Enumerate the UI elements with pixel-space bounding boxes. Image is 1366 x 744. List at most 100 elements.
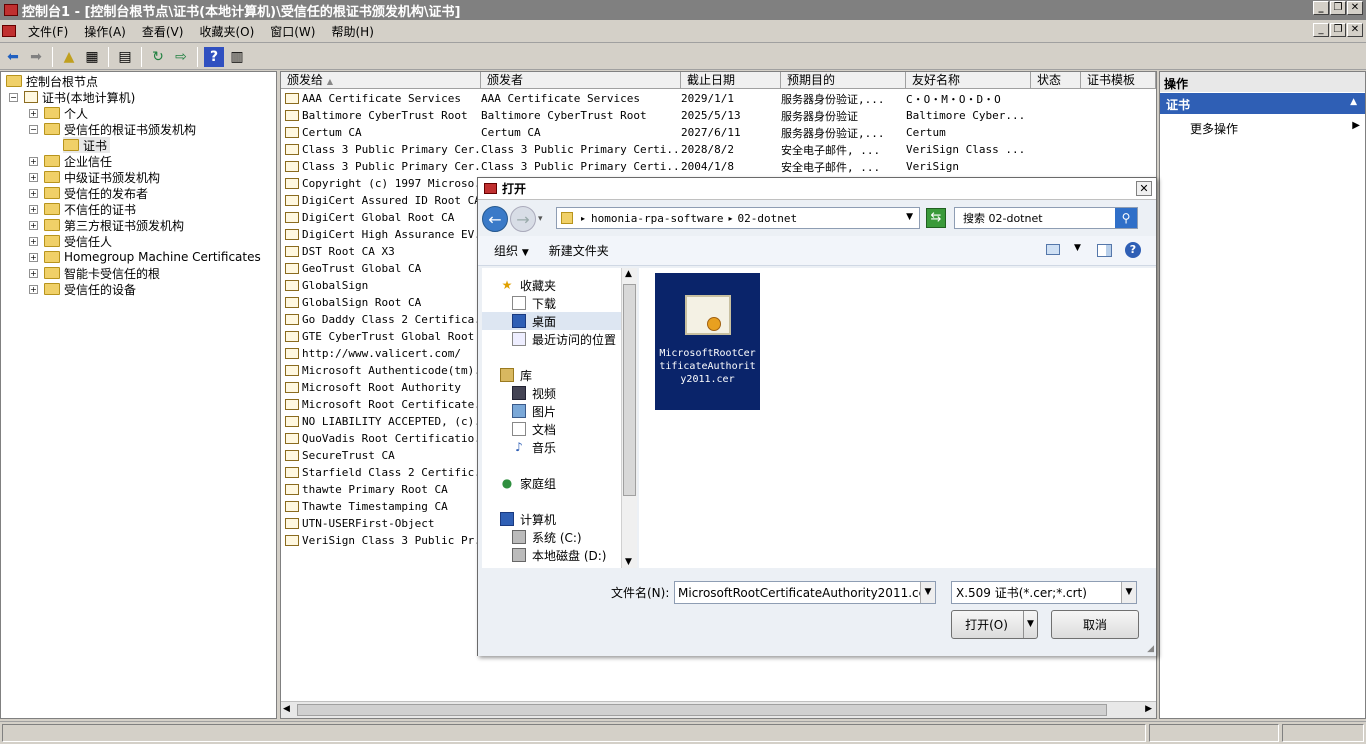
scroll-thumb[interactable] — [623, 284, 636, 496]
horizontal-scrollbar[interactable]: ◀ ▶ — [281, 701, 1156, 718]
filetype-dropdown-icon[interactable]: ▼ — [1121, 582, 1136, 603]
preview-pane-icon[interactable] — [1097, 244, 1112, 257]
refresh-icon[interactable]: ↻ — [148, 47, 168, 67]
open-button[interactable]: 打开(O) ▼ — [951, 610, 1038, 639]
breadcrumb-segment-1[interactable]: homonia-rpa-software — [591, 212, 723, 225]
scroll-left-icon[interactable]: ◀ — [283, 704, 290, 714]
minimize-button[interactable]: _ — [1313, 1, 1329, 15]
menu-window[interactable]: 窗口(W) — [262, 23, 323, 40]
table-row[interactable]: Thawte Timestamping CA — [285, 498, 481, 515]
column-status[interactable]: 状态 — [1031, 72, 1081, 89]
expand-icon[interactable]: + — [29, 236, 38, 246]
menu-favorites[interactable]: 收藏夹(O) — [191, 23, 262, 40]
nav-vertical-scrollbar[interactable]: ▲ ▼ — [621, 268, 637, 568]
child-minimize-button[interactable]: _ — [1313, 23, 1329, 37]
nav-system-c[interactable]: 系统 (C:) — [512, 528, 582, 546]
filename-input[interactable]: MicrosoftRootCertificateAuthority2011.ce… — [674, 581, 936, 604]
breadcrumb-segment-2[interactable]: 02-dotnet — [737, 212, 797, 225]
table-row[interactable]: thawte Primary Root CA — [285, 481, 481, 498]
tree-item-certificates[interactable]: 证书 — [63, 137, 111, 153]
cancel-button[interactable]: 取消 — [1051, 610, 1139, 639]
nav-pictures[interactable]: 图片 — [512, 402, 556, 420]
column-issuer[interactable]: 颁发者 — [481, 72, 681, 89]
table-row[interactable]: Microsoft Root Certificate... — [285, 396, 481, 413]
scroll-up-icon[interactable]: ▲ — [625, 269, 632, 279]
file-item-selected[interactable]: MicrosoftRootCertificateAuthority2011.ce… — [655, 273, 760, 410]
menu-action[interactable]: 操作(A) — [76, 23, 134, 40]
scroll-down-icon[interactable]: ▼ — [625, 557, 632, 567]
expand-icon[interactable]: + — [29, 188, 38, 198]
column-issued-to[interactable]: 颁发给 ▲ — [281, 72, 481, 89]
breadcrumb[interactable]: ▸ homonia-rpa-software ▸ 02-dotnet ▼ — [556, 207, 920, 229]
scroll-thumb[interactable] — [297, 704, 1107, 716]
menu-view[interactable]: 查看(V) — [134, 23, 192, 40]
table-row[interactable]: GlobalSign Root CA — [285, 294, 481, 311]
resize-grip-icon[interactable]: ◢ — [1147, 644, 1154, 654]
table-row[interactable]: Baltimore CyberTrust Root Baltimore Cyber… — [285, 107, 1031, 124]
tree-item-homegroup[interactable]: + Homegroup Machine Certificates — [29, 249, 261, 265]
search-input[interactable]: 搜索 02-dotnet ⚲ — [954, 207, 1138, 229]
expand-icon[interactable]: + — [29, 220, 38, 230]
table-row[interactable]: DigiCert Global Root CA — [285, 209, 481, 226]
nav-downloads[interactable]: 下载 — [512, 294, 556, 312]
nav-libraries[interactable]: 库 — [500, 366, 532, 384]
table-row[interactable]: GTE CyberTrust Global Root — [285, 328, 481, 345]
help-icon[interactable]: ? — [204, 46, 224, 67]
nav-local-d[interactable]: 本地磁盘 (D:) — [512, 546, 606, 564]
table-row[interactable]: DST Root CA X3 — [285, 243, 481, 260]
open-split-arrow-icon[interactable]: ▼ — [1023, 611, 1037, 638]
breadcrumb-chevron-icon[interactable]: ▸ — [728, 214, 732, 223]
scroll-right-icon[interactable]: ▶ — [1145, 704, 1152, 714]
nav-videos[interactable]: 视频 — [512, 384, 556, 402]
table-row[interactable]: Microsoft Root Authority — [285, 379, 481, 396]
refresh-nav-icon[interactable]: ⇆ — [926, 208, 946, 228]
dialog-close-button[interactable]: ✕ — [1136, 181, 1152, 196]
tree-item-smartcard[interactable]: + 智能卡受信任的根 — [29, 265, 160, 281]
up-folder-icon[interactable]: ▲ — [59, 47, 79, 67]
close-button[interactable]: ✕ — [1347, 1, 1363, 15]
new-folder-button[interactable]: 新建文件夹 — [549, 242, 609, 259]
table-row[interactable]: DigiCert Assured ID Root CA — [285, 192, 481, 209]
show-action-pane-icon[interactable]: ▥ — [227, 47, 247, 67]
filename-dropdown-icon[interactable]: ▼ — [920, 582, 935, 603]
column-expiration[interactable]: 截止日期 — [681, 72, 781, 89]
filetype-select[interactable]: X.509 证书(*.cer;*.crt) ▼ — [951, 581, 1137, 604]
table-row[interactable]: http://www.valicert.com/ — [285, 345, 481, 362]
tree-item-intermediate[interactable]: + 中级证书颁发机构 — [29, 169, 160, 185]
tree-item-personal[interactable]: + 个人 — [29, 105, 88, 121]
table-row[interactable]: DigiCert High Assurance EV... — [285, 226, 481, 243]
table-row[interactable]: NO LIABILITY ACCEPTED, (c)... — [285, 413, 481, 430]
tree-item-trusted-publishers[interactable]: + 受信任的发布者 — [29, 185, 148, 201]
expand-icon[interactable]: + — [29, 268, 38, 278]
table-row[interactable]: Starfield Class 2 Certific... — [285, 464, 481, 481]
table-row[interactable]: UTN-USERFirst-Object — [285, 515, 481, 532]
search-icon[interactable]: ⚲ — [1115, 208, 1137, 228]
column-purpose[interactable]: 预期目的 — [781, 72, 906, 89]
table-row[interactable]: Class 3 Public Primary Cer... Class 3 Pub… — [285, 158, 1031, 175]
nav-recent[interactable]: 最近访问的位置 — [512, 330, 616, 348]
view-dropdown-icon[interactable]: ▼ — [1074, 243, 1081, 253]
tree-item-third-party[interactable]: + 第三方根证书颁发机构 — [29, 217, 184, 233]
show-hide-tree-icon[interactable]: ▦ — [82, 47, 102, 67]
table-row[interactable]: VeriSign Class 3 Public Pr... — [285, 532, 481, 549]
tree-item-untrusted[interactable]: + 不信任的证书 — [29, 201, 136, 217]
child-close-button[interactable]: ✕ — [1347, 23, 1363, 37]
table-row[interactable]: Certum CA Certum CA 2027/6/11 服务器身份验证,... Ce… — [285, 124, 1031, 141]
nav-favorites[interactable]: ★ 收藏夹 — [500, 276, 556, 294]
nav-desktop[interactable]: 桌面 — [482, 312, 622, 330]
expand-icon[interactable]: + — [29, 156, 38, 166]
action-section[interactable]: 证书 ▲ — [1160, 93, 1365, 114]
tree-item-trusted-root[interactable]: − 受信任的根证书颁发机构 — [29, 121, 196, 137]
expand-icon[interactable]: + — [29, 108, 38, 118]
back-nav-icon[interactable]: ← — [482, 206, 508, 232]
address-dropdown-icon[interactable]: ▼ — [906, 212, 913, 222]
table-row[interactable]: Copyright (c) 1997 Microso... — [285, 175, 481, 192]
restore-button[interactable]: ❐ — [1330, 1, 1346, 15]
tree-item-trusted-people[interactable]: + 受信任人 — [29, 233, 112, 249]
nav-music[interactable]: ♪ 音乐 — [512, 438, 556, 456]
recent-pages-icon[interactable]: ▾ — [538, 214, 543, 224]
menu-file[interactable]: 文件(F) — [20, 23, 76, 40]
table-row[interactable]: QuoVadis Root Certificatio... — [285, 430, 481, 447]
nav-computer[interactable]: 计算机 — [500, 510, 556, 528]
expand-icon[interactable]: + — [29, 252, 38, 262]
